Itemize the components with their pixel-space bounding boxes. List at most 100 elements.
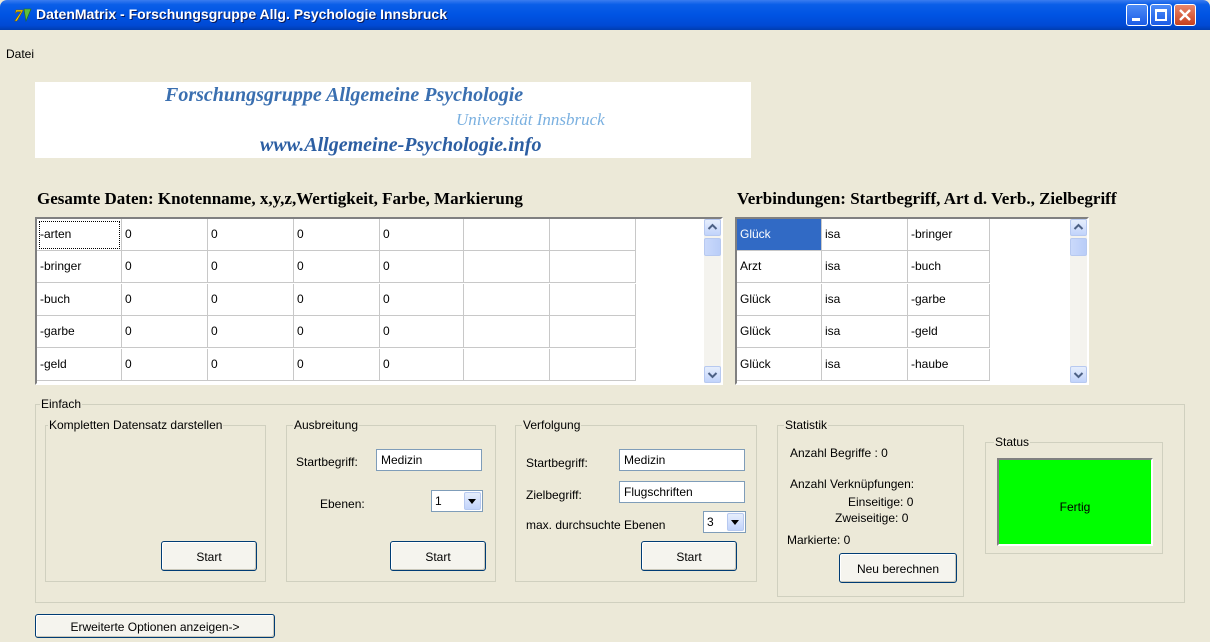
close-icon [1179, 9, 1191, 21]
conn_grid-cell[interactable]: isa [822, 348, 908, 381]
data_grid-cell[interactable]: 0 [380, 219, 464, 251]
ausbreitung-startbegriff-input[interactable]: Medizin [376, 449, 482, 471]
data_grid-cell[interactable] [550, 251, 636, 284]
conn_grid-cell[interactable]: Glück [737, 219, 822, 251]
conn_grid-cell[interactable]: isa [822, 283, 908, 316]
data_grid-cell[interactable]: 0 [122, 316, 208, 349]
verfolgung-startbegriff-input[interactable]: Medizin [619, 449, 745, 471]
data-grid[interactable]: -arten 0 0 0 0 -bringer 0 0 0 0 -buch 0 0 0 0 -garbe 0 0 0… [35, 217, 723, 385]
data_grid-cell[interactable] [550, 348, 636, 381]
data_grid-cell[interactable] [550, 283, 636, 316]
anzahl-verknuepfungen-text: Anzahl Verknüpfungen: [790, 477, 915, 491]
verfolgung-zielbegriff-input[interactable]: Flugschriften [619, 481, 745, 503]
conn_grid-cell[interactable]: Glück [737, 283, 822, 316]
connections-grid[interactable]: Glück isa -bringer Arzt isa -buch Glück isa -gar… [735, 217, 1089, 385]
data_grid-cell[interactable] [464, 283, 550, 316]
verfolgung-start-button[interactable]: Start [641, 541, 737, 571]
scroll-up-button[interactable] [704, 219, 721, 236]
markierte-text: Markierte: 0 [787, 533, 851, 547]
scroll-thumb[interactable] [1070, 238, 1087, 256]
conn_grid-cell[interactable]: isa [822, 219, 908, 251]
data_grid-cell[interactable]: 0 [208, 219, 294, 251]
conn_grid-cell[interactable]: Glück [737, 348, 822, 381]
arrow-down-icon [707, 372, 718, 379]
conn_grid-cell[interactable]: Arzt [737, 251, 822, 284]
verfolgung-label: Verfolgung [522, 418, 582, 432]
data_grid-cell[interactable]: 0 [380, 316, 464, 349]
data_grid-cell[interactable]: 0 [380, 283, 464, 316]
data_grid-cell[interactable] [464, 348, 550, 381]
data_grid-cell[interactable]: 0 [380, 251, 464, 284]
conn_grid-cell[interactable]: isa [822, 251, 908, 284]
data_grid-cell[interactable]: -garbe [37, 316, 122, 349]
neu-berechnen-button[interactable]: Neu berechnen [839, 553, 957, 583]
maximize-button[interactable] [1150, 4, 1172, 26]
data-grid-scrollbar[interactable] [704, 219, 721, 383]
chevron-down-icon [468, 499, 476, 504]
ausbreitung-start-button[interactable]: Start [390, 541, 486, 571]
data_grid-cell[interactable]: 0 [122, 251, 208, 284]
close-button[interactable] [1174, 4, 1196, 26]
banner-logo: Forschungsgruppe Allgemeine Psychologie … [35, 82, 751, 158]
main-window: 7 DatenMatrix - Forschungsgruppe Allg. P… [0, 0, 1210, 642]
chevron-down-icon [731, 520, 739, 525]
einfach-label: Einfach [40, 397, 83, 411]
data_grid-cell[interactable]: -bringer [37, 251, 122, 284]
data_grid-cell[interactable]: 0 [380, 348, 464, 381]
data_grid-cell[interactable]: 0 [122, 283, 208, 316]
data_grid-cell[interactable] [464, 251, 550, 284]
data_grid-cell[interactable]: 0 [294, 219, 380, 251]
data_grid-cell[interactable] [550, 316, 636, 349]
title-bar[interactable]: 7 DatenMatrix - Forschungsgruppe Allg. P… [0, 0, 1210, 30]
scroll-up-button[interactable] [1070, 219, 1087, 236]
data_grid-cell[interactable] [550, 219, 636, 251]
scroll-thumb[interactable] [704, 238, 721, 256]
dropdown-button[interactable] [464, 492, 481, 510]
data-grid-heading: Gesamte Daten: Knotenname, x,y,z,Wertigk… [37, 189, 523, 208]
conn_grid-cell[interactable]: -geld [908, 316, 990, 349]
start-label: Start [425, 550, 451, 564]
data_grid-cell[interactable]: -buch [37, 283, 122, 316]
conn_grid-cell[interactable]: -haube [908, 348, 990, 381]
data_grid-cell[interactable]: 0 [208, 283, 294, 316]
conn_grid-cell[interactable]: isa [822, 316, 908, 349]
minimize-icon [1132, 18, 1140, 21]
menu-datei[interactable]: Datei [6, 47, 34, 61]
data_grid-cell[interactable] [464, 219, 550, 251]
data_grid-cell[interactable]: 0 [122, 219, 208, 251]
data_grid-cell[interactable]: 0 [294, 251, 380, 284]
data_grid-cell[interactable]: 0 [208, 348, 294, 381]
conn_grid-cell[interactable]: -buch [908, 251, 990, 284]
data_grid-cell[interactable]: 0 [294, 316, 380, 349]
zweiseitige-text: Zweiseitige: 0 [835, 511, 909, 525]
ausbreitung-ebenen-select[interactable]: 1 [431, 490, 483, 512]
banner-line-3: www.Allgemeine-Psychologie.info [260, 134, 542, 156]
data_grid-cell[interactable]: -geld [37, 348, 122, 381]
conn_grid-cell[interactable]: -garbe [908, 283, 990, 316]
svg-text:7: 7 [14, 6, 24, 24]
menu-bar: Datei [0, 44, 1210, 64]
verfolgung-ebenen-select[interactable]: 3 [703, 511, 746, 533]
dropdown-button[interactable] [727, 513, 744, 531]
conn_grid-cell[interactable]: Glück [737, 316, 822, 349]
connections-grid-scrollbar[interactable] [1070, 219, 1087, 383]
einseitige-text: Einseitige: 0 [848, 495, 914, 509]
data_grid-cell[interactable]: 0 [294, 348, 380, 381]
minimize-button[interactable] [1126, 4, 1148, 26]
scroll-down-button[interactable] [1070, 366, 1087, 383]
data_grid-cell[interactable]: -arten [37, 219, 122, 251]
data_grid-cell[interactable] [464, 316, 550, 349]
verfolgung-zielbegriff-label: Zielbegriff: [526, 488, 582, 502]
window-title: DatenMatrix - Forschungsgruppe Allg. Psy… [36, 6, 447, 22]
data_grid-cell[interactable]: 0 [122, 348, 208, 381]
erweiterte-optionen-button[interactable]: Erweiterte Optionen anzeigen-> [35, 614, 275, 638]
start-label: Start [676, 550, 702, 564]
data_grid-cell[interactable]: 0 [208, 316, 294, 349]
ausbreitung-label: Ausbreitung [293, 418, 360, 432]
komplett-label: Kompletten Datensatz darstellen [48, 418, 224, 432]
data_grid-cell[interactable]: 0 [294, 283, 380, 316]
conn_grid-cell[interactable]: -bringer [908, 219, 990, 251]
data_grid-cell[interactable]: 0 [208, 251, 294, 284]
komplett-start-button[interactable]: Start [161, 541, 257, 571]
scroll-down-button[interactable] [704, 366, 721, 383]
